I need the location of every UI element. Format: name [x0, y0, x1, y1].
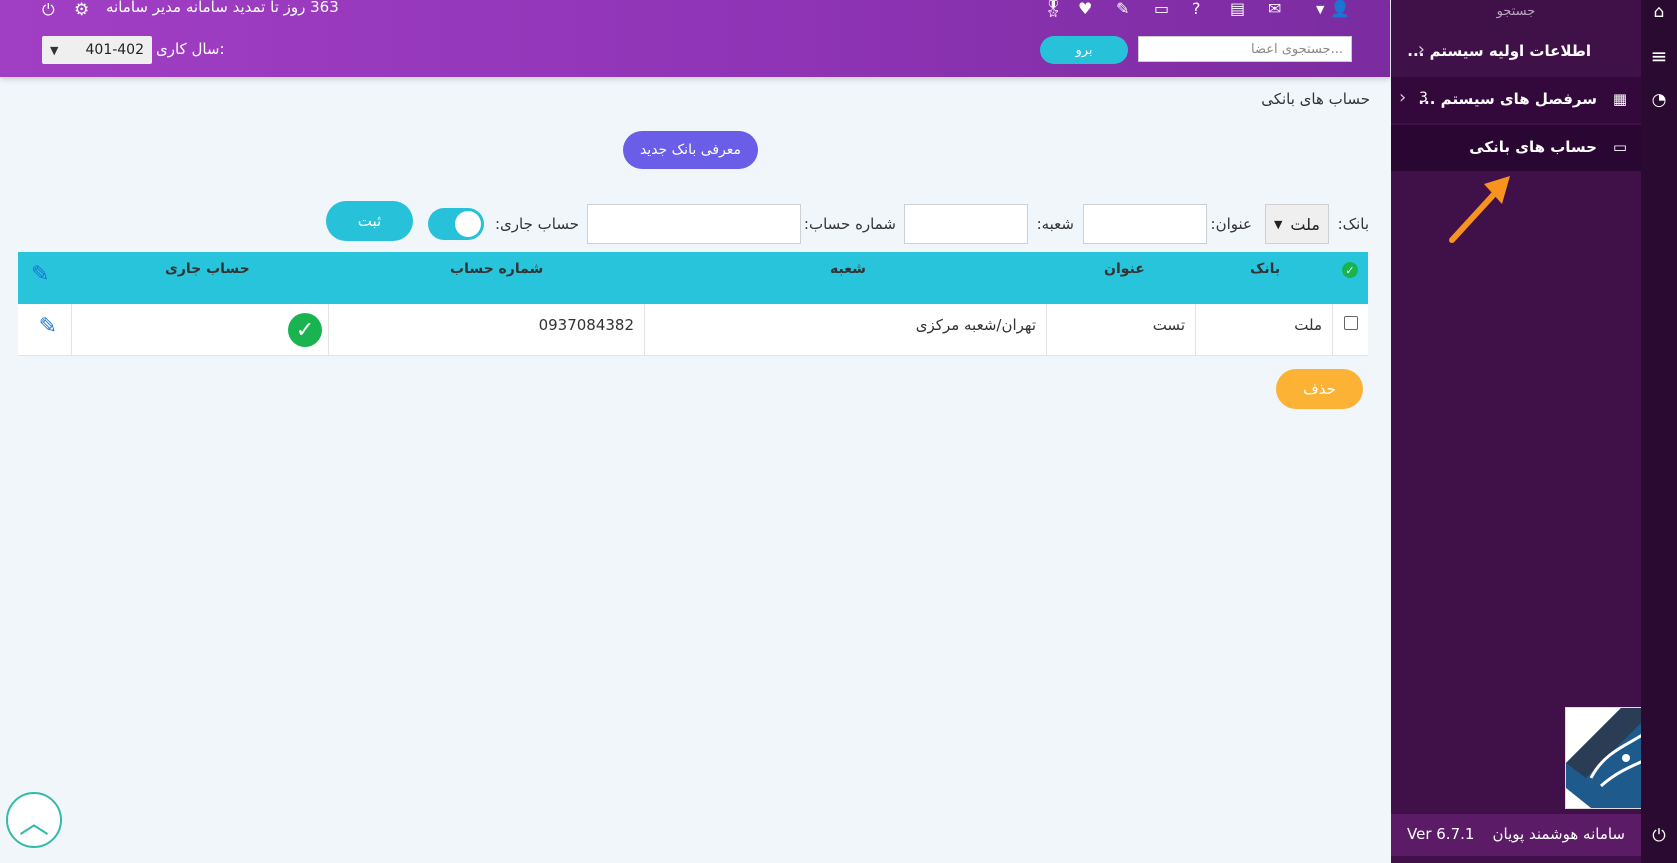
save-button[interactable]: ثبت — [326, 201, 413, 241]
envelope-icon[interactable]: ✉ — [1268, 0, 1281, 18]
dashboard-icon[interactable]: ◔ — [1641, 90, 1677, 110]
cell-current-account: ✓ — [71, 304, 328, 356]
fiscal-year-value: 401-402 — [85, 42, 145, 58]
cell-bank-text: ملت — [1294, 316, 1322, 334]
new-bank-button[interactable]: معرفی بانک جدید — [623, 131, 758, 169]
cell-account-number-text: 0937084382 — [538, 316, 634, 334]
chevron-left-icon: ‹ — [1417, 39, 1425, 60]
user-icon[interactable]: 👤 — [1330, 0, 1350, 18]
chevron-down-icon: ▼ — [1274, 217, 1283, 231]
row-checkbox[interactable] — [1344, 316, 1358, 330]
sidebar-item-label: سرفصل های سیستم ... — [1418, 90, 1597, 108]
fiscal-year-select[interactable]: ▼ 401-402 — [42, 36, 152, 64]
sidebar-item-bank-accounts[interactable]: ▭ حساب های بانکی — [1391, 125, 1641, 171]
sidebar-item-count: 3 — [1419, 90, 1428, 106]
cell-account-number: 0937084382 — [328, 304, 644, 356]
sidebar-item-label: حساب های بانکی — [1469, 138, 1597, 156]
sidebar-footer: سامانه هوشمند پویان Ver 6.7.1 — [1391, 814, 1641, 856]
top-header: ⏻ ⚙ 363 روز تا تمدید سامانه مدیر سامانه … — [0, 0, 1390, 77]
select-all-check-icon[interactable]: ✓ — [1342, 262, 1358, 278]
calculator-icon: ▦ — [1612, 90, 1627, 108]
help-icon[interactable]: ? — [1192, 0, 1201, 18]
annotation-arrow — [1449, 176, 1510, 243]
power-icon[interactable]: ⏻ — [42, 0, 55, 20]
cell-bank: ملت — [1195, 304, 1332, 356]
sidebar: جستجو اطلاعات اولیه سیستم ... ‹ ▦ سرفصل … — [1391, 0, 1675, 863]
power-icon[interactable]: ⏻ — [1641, 826, 1677, 846]
current-account-label: حساب جاری: — [495, 215, 579, 233]
edit-row-icon[interactable]: ✎ — [31, 314, 57, 346]
renew-notice: 363 روز تا تمدید سامانه مدیر سامانه — [106, 0, 339, 16]
version-label: Ver 6.7.1 — [1407, 825, 1475, 843]
edit-icon[interactable]: ✎ — [1116, 0, 1129, 18]
scroll-to-top-button[interactable]: ︿ — [6, 792, 62, 848]
cell-title-text: تست — [1152, 316, 1185, 334]
table-header: ✓ بانک عنوان شعبه شماره حساب حساب جاری ✎ — [18, 252, 1368, 304]
check-circle-icon: ✓ — [288, 313, 322, 347]
fiscal-year-label: سال کاری: — [156, 40, 225, 58]
title-input[interactable] — [1083, 204, 1207, 244]
medal-icon[interactable]: 🎖 — [1043, 0, 1063, 18]
bank-label: بانک: — [1337, 215, 1369, 233]
gears-icon[interactable]: ⚙ — [74, 0, 89, 20]
system-name: سامانه هوشمند پویان — [1492, 825, 1625, 843]
money-card-icon: ▭ — [1612, 138, 1627, 156]
column-header-title: عنوان — [1104, 261, 1145, 277]
toggle-knob — [455, 211, 481, 237]
table-row: ملت تست تهران/شعبه مرکزی 0937084382 ✓ ✎ — [18, 304, 1368, 356]
branch-label: شعبه: — [1036, 215, 1074, 233]
column-header-bank: بانک — [1250, 261, 1281, 277]
account-number-input[interactable] — [587, 204, 801, 244]
home-icon[interactable]: ⌂ — [1641, 2, 1677, 22]
edit-column-icon: ✎ — [31, 262, 50, 287]
folder-icon[interactable]: ▤ — [1230, 0, 1245, 18]
chevron-left-icon: ‹ — [1399, 87, 1407, 108]
cell-branch-text: تهران/شعبه مرکزی — [915, 316, 1036, 334]
member-search-input[interactable]: جستجوی اعضا... — [1138, 36, 1352, 62]
current-account-toggle[interactable] — [428, 208, 484, 240]
delete-button[interactable]: حذف — [1276, 369, 1363, 409]
cell-edit: ✎ — [18, 304, 71, 356]
sidebar-search-label[interactable]: جستجو — [1391, 4, 1641, 19]
chevron-up-icon: ︿ — [19, 806, 49, 841]
chevron-down-icon: ▼ — [50, 43, 59, 57]
bank-select-value: ملت — [1290, 214, 1320, 234]
branch-input[interactable] — [904, 204, 1028, 244]
sidebar-item-label: اطلاعات اولیه سیستم ... — [1407, 42, 1591, 60]
page-title: حساب های بانکی — [1261, 90, 1370, 108]
row-select-cell — [1332, 304, 1368, 356]
account-number-label: شماره حساب: — [803, 215, 896, 233]
column-header-account-number: شماره حساب — [450, 261, 544, 277]
card-icon[interactable]: ▭ — [1154, 0, 1169, 18]
title-label: عنوان: — [1210, 215, 1252, 233]
caret-down-icon[interactable]: ▼ — [1316, 3, 1324, 16]
menu-icon[interactable]: ≡ — [1641, 44, 1677, 68]
cell-title: تست — [1046, 304, 1195, 356]
bank-accounts-table: ✓ بانک عنوان شعبه شماره حساب حساب جاری ✎… — [18, 252, 1368, 356]
sidebar-item-headings[interactable]: ▦ سرفصل های سیستم ... 3 ‹ — [1391, 77, 1641, 123]
bank-select[interactable]: ملت ▼ — [1265, 204, 1329, 244]
cell-branch: تهران/شعبه مرکزی — [644, 304, 1046, 356]
heartbeat-icon[interactable]: ♥ — [1078, 0, 1092, 18]
icon-rail: ⌂ ≡ ◔ ⏻ — [1641, 0, 1677, 863]
column-header-branch: شعبه — [830, 261, 866, 277]
go-button[interactable]: برو — [1040, 36, 1128, 64]
sidebar-item-basic-info[interactable]: اطلاعات اولیه سیستم ... ‹ — [1391, 29, 1641, 75]
column-header-current-account: حساب جاری — [165, 261, 250, 277]
